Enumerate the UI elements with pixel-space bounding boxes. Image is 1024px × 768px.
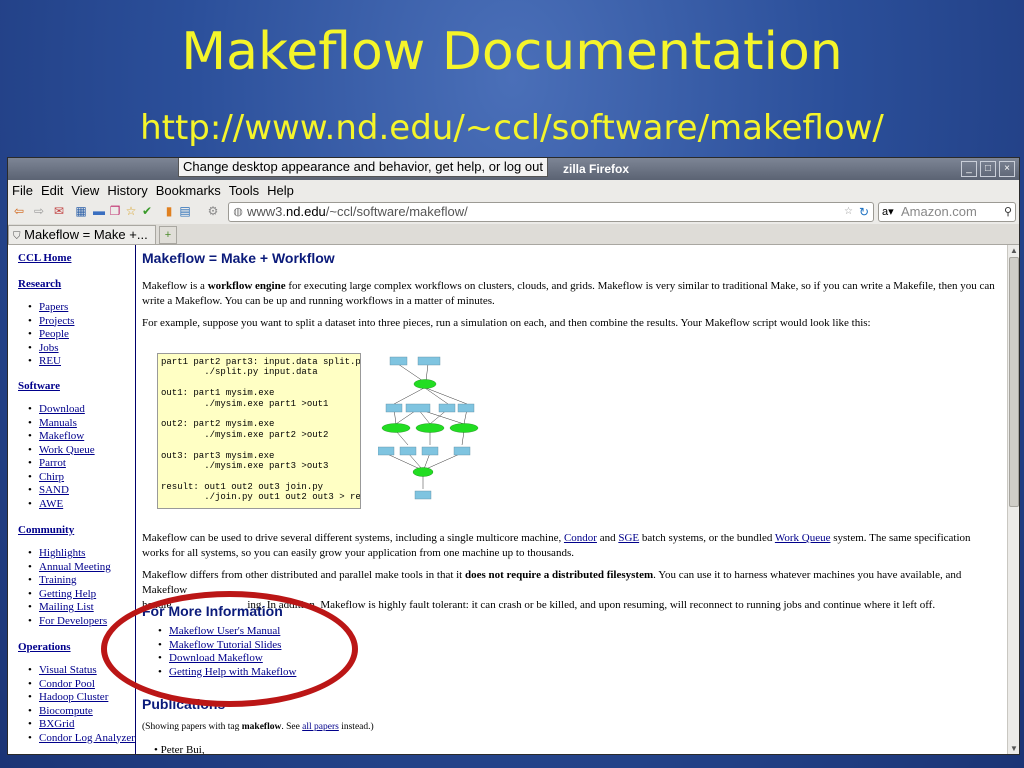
scrollbar-thumb[interactable]	[1009, 257, 1019, 507]
sidebar-item[interactable]: Papers	[26, 301, 74, 315]
globe-icon: ◍	[233, 206, 243, 218]
sidebar-item[interactable]: REU	[26, 355, 74, 369]
mail-icon[interactable]: ✉	[52, 204, 66, 218]
sidebar-home-link[interactable]: CCL Home	[18, 252, 71, 264]
forward-arrow-icon[interactable]: ⇨	[32, 204, 46, 218]
sidebar-item[interactable]: Makeflow	[26, 430, 95, 444]
sidebar-item[interactable]: Training	[26, 574, 111, 588]
menu-bookmarks[interactable]: Bookmarks	[156, 183, 221, 198]
window-icon[interactable]: ❐	[108, 204, 122, 218]
sidebar-item[interactable]: People	[26, 328, 74, 342]
sidebar-list-research: Papers Projects People Jobs REU	[26, 301, 74, 369]
chart-icon[interactable]: ▮	[162, 204, 176, 218]
menu-view[interactable]: View	[71, 183, 99, 198]
sidebar-item[interactable]: Condor Log Analyzer	[26, 732, 135, 746]
annotation-ellipse	[101, 591, 358, 707]
intro-paragraph: Makeflow is a workflow engine for execut…	[142, 280, 995, 307]
sidebar-item[interactable]: Download	[26, 403, 95, 417]
sge-link[interactable]: SGE	[618, 532, 639, 544]
new-tab-button[interactable]: +	[159, 226, 177, 244]
tab-makeflow[interactable]: ⛉ Makeflow = Make +...	[8, 225, 156, 244]
scroll-up-icon[interactable]: ▲	[1010, 246, 1018, 255]
sidebar-heading-operations[interactable]: Operations	[18, 641, 71, 653]
back-arrow-icon[interactable]: ⇦	[12, 204, 26, 218]
sidebar-heading-software[interactable]: Software	[18, 380, 60, 392]
reload-icon[interactable]: ↻	[859, 203, 869, 221]
slide-subtitle: http://www.nd.edu/~ccl/software/makeflow…	[140, 108, 884, 148]
url-text: www3.nd.edu/~ccl/software/makeflow/	[247, 204, 468, 219]
sidebar-item[interactable]: Mailing List	[26, 601, 111, 615]
navigation-toolbar: ⇦ ⇨ ✉ ▦ ▬ ❐ ☆ ✔ ▮ ▤ ⚙ ◍ www3.nd.edu/~ccl…	[8, 200, 1019, 225]
all-papers-link[interactable]: all papers	[302, 722, 339, 732]
sidebar-item[interactable]: Jobs	[26, 342, 74, 356]
folder-icon[interactable]: ▬	[92, 204, 106, 218]
sidebar-item[interactable]: Work Queue	[26, 444, 95, 458]
tab-label: Makeflow = Make +...	[24, 227, 148, 242]
publication-entry: • Peter Bui,	[154, 744, 205, 754]
systems-paragraph: Makeflow can be used to drive several di…	[142, 532, 971, 559]
sidebar-item[interactable]: Annual Meeting	[26, 561, 111, 575]
search-engine-icon[interactable]: a▾	[882, 203, 894, 221]
diagram-task-nodes	[381, 379, 479, 477]
sidebar-item[interactable]: BXGrid	[26, 718, 135, 732]
maximize-button[interactable]: □	[980, 161, 996, 177]
search-box[interactable]: a▾ Amazon.com ⚲	[878, 202, 1016, 222]
calendar-icon[interactable]: ▦	[74, 204, 88, 218]
window-titlebar[interactable]: zilla Firefox Change desktop appearance …	[8, 158, 1019, 180]
menu-help[interactable]: Help	[267, 183, 294, 198]
sidebar-item[interactable]: SAND	[26, 484, 95, 498]
star-icon[interactable]: ☆	[124, 204, 138, 218]
sidebar-list-software: Download Manuals Makeflow Work Queue Par…	[26, 403, 95, 511]
sidebar-item[interactable]: Chirp	[26, 471, 95, 485]
address-bar[interactable]: ◍ www3.nd.edu/~ccl/software/makeflow/ ☆ …	[228, 202, 874, 222]
close-button[interactable]: ×	[999, 161, 1015, 177]
menu-tools[interactable]: Tools	[229, 183, 259, 198]
gear-icon[interactable]: ⚙	[206, 204, 220, 218]
search-icon[interactable]: ⚲	[1004, 203, 1012, 221]
sidebar-item[interactable]: Highlights	[26, 547, 111, 561]
sidebar-item[interactable]: For Developers	[26, 615, 111, 629]
page-heading: Makeflow = Make + Workflow	[142, 250, 335, 266]
menu-history[interactable]: History	[107, 183, 147, 198]
scroll-down-icon[interactable]: ▼	[1010, 744, 1018, 753]
vertical-scrollbar[interactable]: ▲ ▼	[1007, 245, 1019, 754]
window-title: zilla Firefox	[563, 162, 630, 176]
minimize-button[interactable]: _	[961, 161, 977, 177]
sidebar-item[interactable]: Getting Help	[26, 588, 111, 602]
menu-edit[interactable]: Edit	[41, 183, 63, 198]
bookmark-star-icon[interactable]: ☆	[844, 203, 853, 221]
shield-icon: ⛉	[13, 231, 21, 242]
check-icon[interactable]: ✔	[140, 204, 154, 218]
sidebar-item[interactable]: Hadoop Cluster	[26, 691, 135, 705]
database-icon[interactable]: ▤	[178, 204, 192, 218]
sidebar-item[interactable]: Parrot	[26, 457, 95, 471]
tab-bar: ⛉ Makeflow = Make +... +	[8, 224, 1019, 245]
makeflow-code-example: part1 part2 part3: input.data split.py .…	[157, 353, 361, 509]
condor-link[interactable]: Condor	[564, 532, 597, 544]
sidebar-item[interactable]: Projects	[26, 315, 74, 329]
sidebar-item[interactable]: Condor Pool	[26, 678, 135, 692]
sidebar-heading-community[interactable]: Community	[18, 524, 74, 536]
sidebar-item[interactable]: Manuals	[26, 417, 95, 431]
sidebar-item[interactable]: Biocompute	[26, 705, 135, 719]
slide-title: Makeflow Documentation	[181, 22, 843, 82]
sidebar-list-community: Highlights Annual Meeting Training Getti…	[26, 547, 111, 628]
work-queue-link[interactable]: Work Queue	[775, 532, 831, 544]
example-paragraph: For example, suppose you want to split a…	[142, 317, 871, 329]
menu-bar: File Edit View History Bookmarks Tools H…	[8, 180, 1019, 201]
sidebar-heading-research[interactable]: Research	[18, 278, 61, 290]
publications-note: (Showing papers with tag makeflow. See a…	[142, 722, 374, 732]
search-placeholder: Amazon.com	[901, 204, 977, 219]
tooltip: Change desktop appearance and behavior, …	[178, 158, 548, 177]
sidebar-item[interactable]: AWE	[26, 498, 95, 512]
workflow-diagram	[378, 356, 479, 500]
menu-file[interactable]: File	[12, 183, 33, 198]
